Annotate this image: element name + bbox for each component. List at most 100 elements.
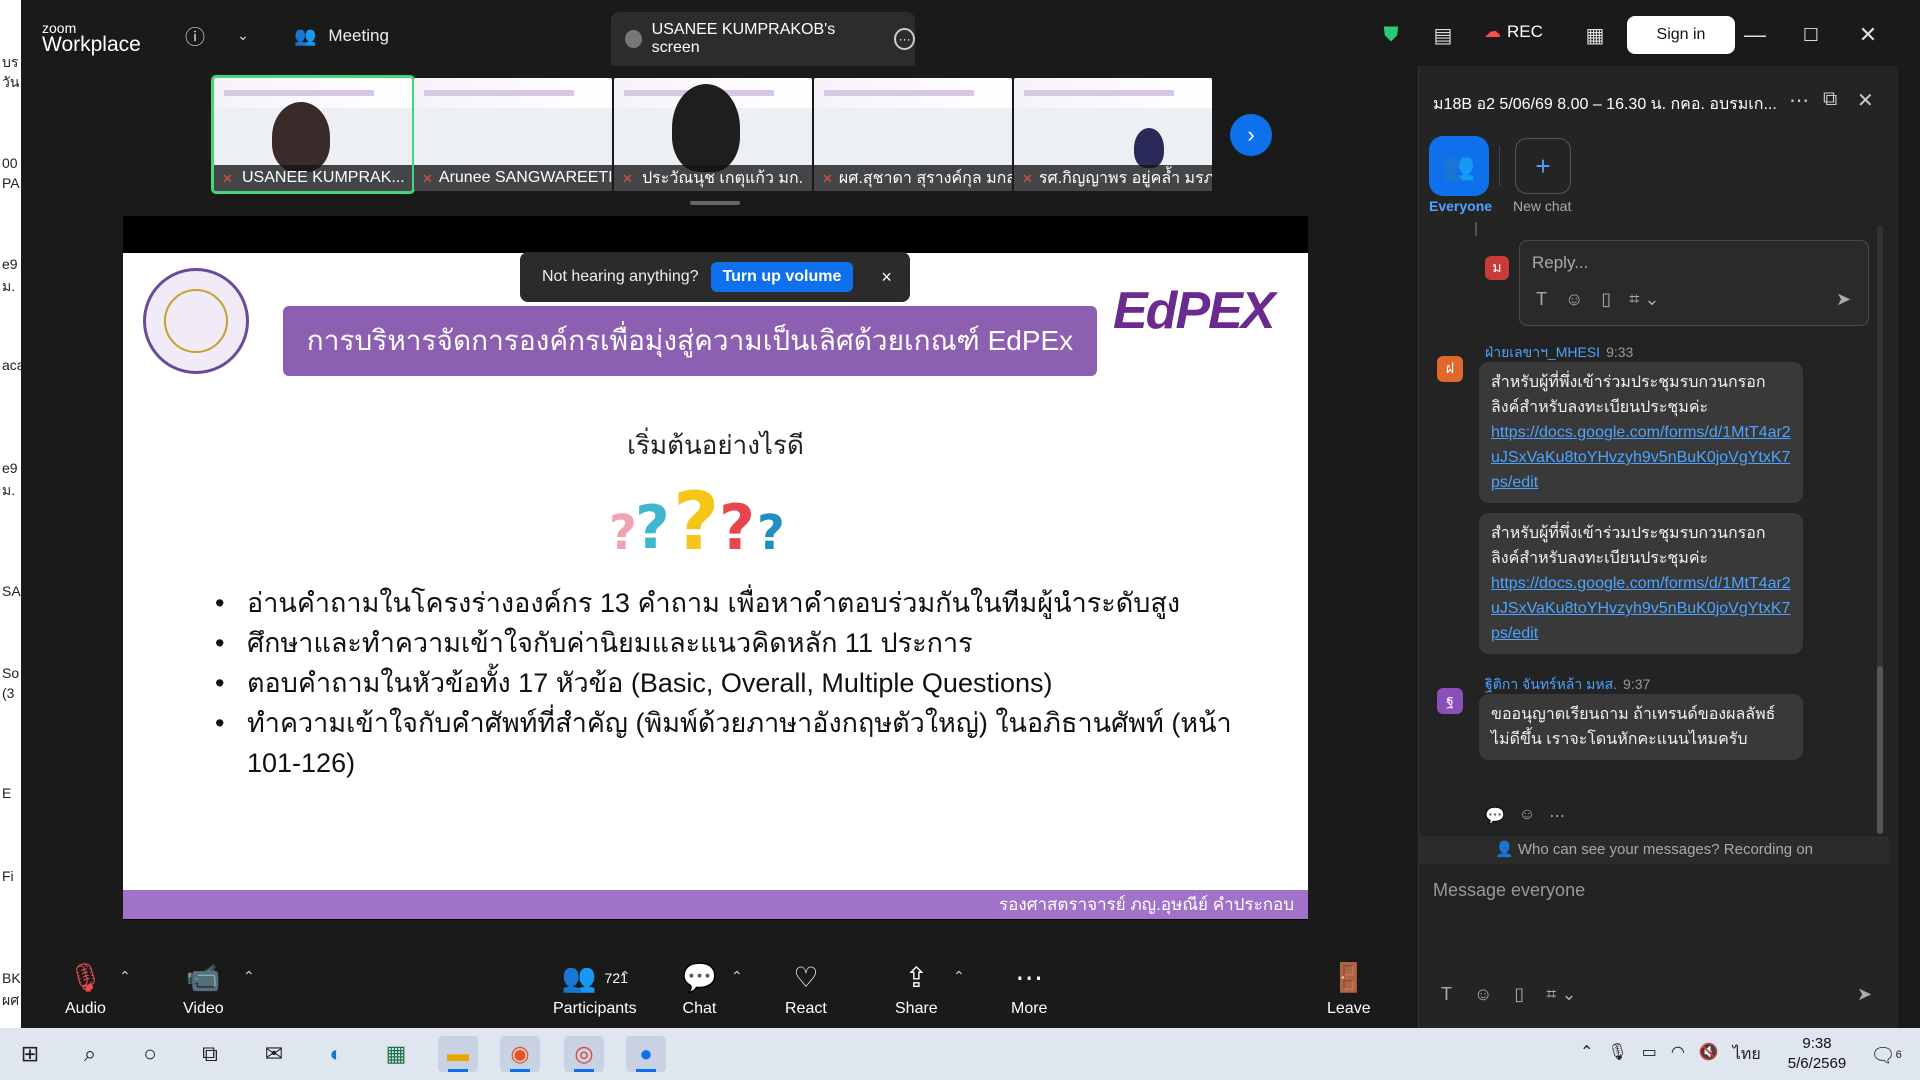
meeting-controls-bar: 🎙 Audio ⌃ 📹 Video ⌃ 👥 721 Participants ⌃ … bbox=[21, 950, 1407, 1028]
record-button[interactable]: ☁ REC bbox=[1484, 22, 1543, 42]
audio-options-caret-icon[interactable]: ⌃ bbox=[119, 968, 131, 985]
strip-text: บร bbox=[2, 54, 19, 70]
battery-icon[interactable]: ▭ bbox=[1642, 1042, 1657, 1067]
screenshot-icon[interactable]: ⌗ ⌄ bbox=[1546, 984, 1576, 1005]
video-label: Video bbox=[183, 1000, 224, 1017]
minimize-icon[interactable]: — bbox=[1738, 18, 1772, 52]
video-thumbnail[interactable]: ✕ ผศ.สุชาดา สุรางค์กุล มกส. bbox=[814, 78, 1012, 191]
file-explorer-icon[interactable]: ▬ bbox=[438, 1036, 478, 1072]
question-mark-icon: ? bbox=[609, 505, 637, 561]
message-link[interactable]: https://docs.google.com/forms/d/1MtT4ar2… bbox=[1491, 575, 1791, 642]
volume-muted-icon[interactable]: 🔇 bbox=[1699, 1042, 1719, 1067]
turn-up-volume-button[interactable]: Turn up volume bbox=[710, 262, 854, 292]
divider bbox=[1499, 146, 1500, 186]
emoji-icon[interactable]: ☺ bbox=[1474, 984, 1492, 1005]
video-thumbnail[interactable]: ✕ ประวัณนุช เกตุแก้ว มก. bbox=[614, 78, 812, 191]
drag-handle[interactable] bbox=[690, 201, 740, 205]
next-page-arrow-icon[interactable]: › bbox=[1230, 114, 1272, 156]
new-chat-button[interactable]: + bbox=[1515, 138, 1571, 194]
video-thumbnail[interactable]: ✕ USANEE KUMPRAK... bbox=[211, 75, 415, 194]
message-link[interactable]: https://docs.google.com/forms/d/1MtT4ar2… bbox=[1491, 424, 1791, 491]
file-icon[interactable]: ▯ bbox=[1601, 289, 1611, 310]
search-icon[interactable]: ⌕ bbox=[70, 1036, 110, 1072]
send-icon[interactable]: ➤ bbox=[1857, 984, 1872, 1005]
chrome-icon[interactable]: ◎ bbox=[564, 1036, 604, 1072]
leave-button[interactable]: 🚪 Leave bbox=[1327, 962, 1371, 1018]
edge-browser-icon[interactable]: ◐ bbox=[316, 1036, 356, 1072]
microphone-icon[interactable]: 🎙 bbox=[1607, 1042, 1627, 1067]
slide-decoration bbox=[824, 90, 974, 96]
shared-screen-tab[interactable]: USANEE KUMPRAKOB's screen ··· bbox=[611, 12, 915, 66]
close-icon[interactable]: ✕ bbox=[1857, 88, 1874, 113]
strip-text: E bbox=[2, 785, 12, 801]
input-language[interactable]: ไทย bbox=[1733, 1042, 1761, 1067]
screenshot-icon[interactable]: ⌗ ⌄ bbox=[1629, 289, 1659, 310]
text-format-icon[interactable]: T bbox=[1441, 984, 1452, 1005]
reply-input[interactable]: Reply... T ☺ ▯ ⌗ ⌄ ➤ bbox=[1519, 240, 1869, 326]
participants-options-caret-icon[interactable]: ⌃ bbox=[619, 968, 631, 985]
audio-button[interactable]: 🎙 Audio bbox=[65, 962, 106, 1018]
apps-icon[interactable]: ▦ bbox=[1578, 18, 1612, 52]
info-icon[interactable]: ⓘ bbox=[178, 18, 212, 52]
react-button[interactable]: ♡ React bbox=[785, 962, 827, 1018]
more-button[interactable]: ⋯ More bbox=[1011, 962, 1047, 1018]
thumbnail-name-bar: ✕ ผศ.สุชาดา สุรางค์กุล มกส. bbox=[814, 165, 1012, 191]
video-options-caret-icon[interactable]: ⌃ bbox=[243, 968, 255, 985]
strip-text: (3 bbox=[2, 685, 15, 701]
send-icon[interactable]: ➤ bbox=[1836, 289, 1851, 310]
file-icon[interactable]: ▯ bbox=[1514, 984, 1524, 1005]
show-hidden-icons-icon[interactable]: ⌃ bbox=[1580, 1042, 1593, 1067]
notification-center-icon[interactable]: 🗨 6 bbox=[1868, 1040, 1904, 1070]
cortana-icon[interactable]: ○ bbox=[130, 1036, 170, 1072]
strip-text: ม. bbox=[2, 482, 16, 498]
notes-icon[interactable]: ▤ bbox=[1426, 18, 1460, 52]
more-options-icon[interactable]: ··· bbox=[894, 28, 915, 50]
sign-in-button[interactable]: Sign in bbox=[1627, 16, 1735, 54]
excel-icon[interactable]: ▦ bbox=[376, 1036, 416, 1072]
maximize-icon[interactable]: ☐ bbox=[1794, 18, 1828, 52]
taskbar-clock[interactable]: 9:38 5/6/2569 bbox=[1772, 1034, 1862, 1074]
task-view-icon[interactable]: ⧉ bbox=[190, 1036, 230, 1072]
reply-thread-icon[interactable]: 💬 bbox=[1485, 806, 1505, 826]
security-shield-icon[interactable]: ⛊ bbox=[1374, 18, 1408, 52]
plus-icon: + bbox=[1535, 150, 1551, 181]
mail-icon[interactable]: ✉ bbox=[254, 1036, 294, 1072]
chat-messages-area[interactable]: ม Reply... T ☺ ▯ ⌗ ⌄ ➤ ฝ ฝ่ายเลขาฯ_MHESI… bbox=[1419, 222, 1889, 906]
scrollbar-thumb[interactable] bbox=[1877, 666, 1883, 834]
text-format-icon[interactable]: T bbox=[1536, 289, 1547, 310]
wifi-icon[interactable]: ◠ bbox=[1671, 1042, 1685, 1067]
windows-start-icon[interactable]: ⊞ bbox=[10, 1036, 50, 1072]
visibility-text: Who can see your messages? Recording on bbox=[1517, 841, 1814, 858]
strip-text: BK bbox=[2, 970, 21, 986]
emoji-icon[interactable]: ☺ bbox=[1565, 289, 1583, 310]
video-button[interactable]: 📹 Video bbox=[183, 962, 224, 1018]
chat-button[interactable]: 💬 Chat bbox=[682, 962, 717, 1018]
message-input[interactable]: Message everyone bbox=[1433, 880, 1585, 901]
firefox-icon[interactable]: ◉ bbox=[500, 1036, 540, 1072]
participant-video bbox=[272, 102, 330, 172]
chat-options-caret-icon[interactable]: ⌃ bbox=[731, 968, 743, 985]
close-window-icon[interactable]: ✕ bbox=[1851, 18, 1885, 52]
share-button[interactable]: ⇪ Share bbox=[895, 962, 938, 1018]
pop-out-icon[interactable]: ⧉ bbox=[1823, 88, 1837, 111]
zoom-app-icon[interactable]: ● bbox=[626, 1036, 666, 1072]
more-options-icon[interactable]: ⋯ bbox=[1549, 806, 1565, 826]
participant-name: รศ.กิญญาพร อยู่คล้ำ มรภ... bbox=[1038, 169, 1212, 187]
chat-panel: ม18B อ2 5/06/69 8.00 – 16.30 น. กคอ. อบร… bbox=[1418, 66, 1898, 1028]
video-thumbnail[interactable]: ✕ Arunee SANGWAREETI... bbox=[414, 78, 612, 191]
video-thumbnail[interactable]: ✕ รศ.กิญญาพร อยู่คล้ำ มรภ... bbox=[1014, 78, 1212, 191]
chevron-down-icon[interactable]: ⌄ bbox=[226, 18, 260, 52]
add-reaction-icon[interactable]: ☺ bbox=[1519, 806, 1535, 826]
thumbnail-name-bar: ✕ รศ.กิญญาพร อยู่คล้ำ มรภ... bbox=[1014, 165, 1212, 191]
message-format-toolbar: T ☺ ▯ ⌗ ⌄ bbox=[1441, 984, 1577, 1005]
meeting-button[interactable]: 👥 Meeting bbox=[294, 22, 389, 50]
chat-scrollbar[interactable] bbox=[1877, 226, 1883, 834]
chat-visibility-notice[interactable]: 👤 Who can see your messages? Recording o… bbox=[1419, 836, 1889, 864]
person-lock-icon: 👤 bbox=[1494, 841, 1518, 858]
mic-muted-icon: ✕ bbox=[822, 171, 833, 186]
everyone-chat-tab[interactable]: 👥 bbox=[1431, 138, 1487, 194]
share-options-caret-icon[interactable]: ⌃ bbox=[953, 968, 965, 985]
more-options-icon[interactable]: ⋯ bbox=[1789, 88, 1809, 113]
strip-text: e9 bbox=[2, 256, 18, 272]
close-banner-icon[interactable]: × bbox=[881, 267, 892, 288]
